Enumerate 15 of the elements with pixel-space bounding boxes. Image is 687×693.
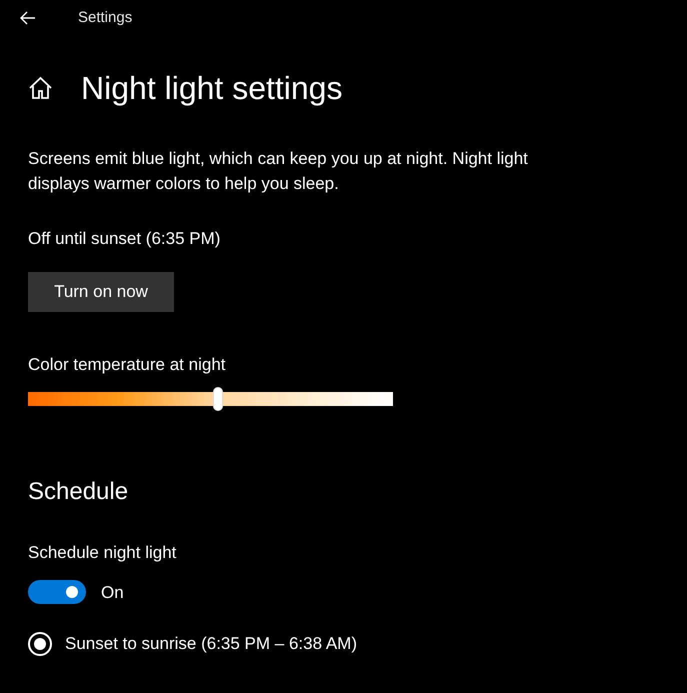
radio-button[interactable] — [28, 632, 52, 656]
radio-label: Sunset to sunrise (6:35 PM – 6:38 AM) — [65, 633, 357, 655]
toggle-label: Schedule night light — [28, 542, 178, 564]
back-icon[interactable] — [20, 11, 36, 25]
home-icon[interactable] — [28, 76, 53, 100]
slider-label: Color temperature at night — [28, 354, 226, 376]
slider-thumb[interactable] — [212, 387, 223, 411]
status-text: Off until sunset (6:35 PM) — [28, 228, 222, 250]
page-title: Night light settings — [81, 72, 342, 104]
window-title: Settings — [78, 8, 132, 28]
toggle-switch[interactable] — [28, 580, 86, 604]
description: Screens emit blue light, which can keep you up at night. Night light displays warmer colors to help you sleep. — [28, 148, 529, 195]
section-heading: Schedule — [28, 477, 130, 507]
turn-on-button[interactable]: Turn on now — [28, 272, 174, 312]
toggle-state: On — [101, 582, 124, 604]
